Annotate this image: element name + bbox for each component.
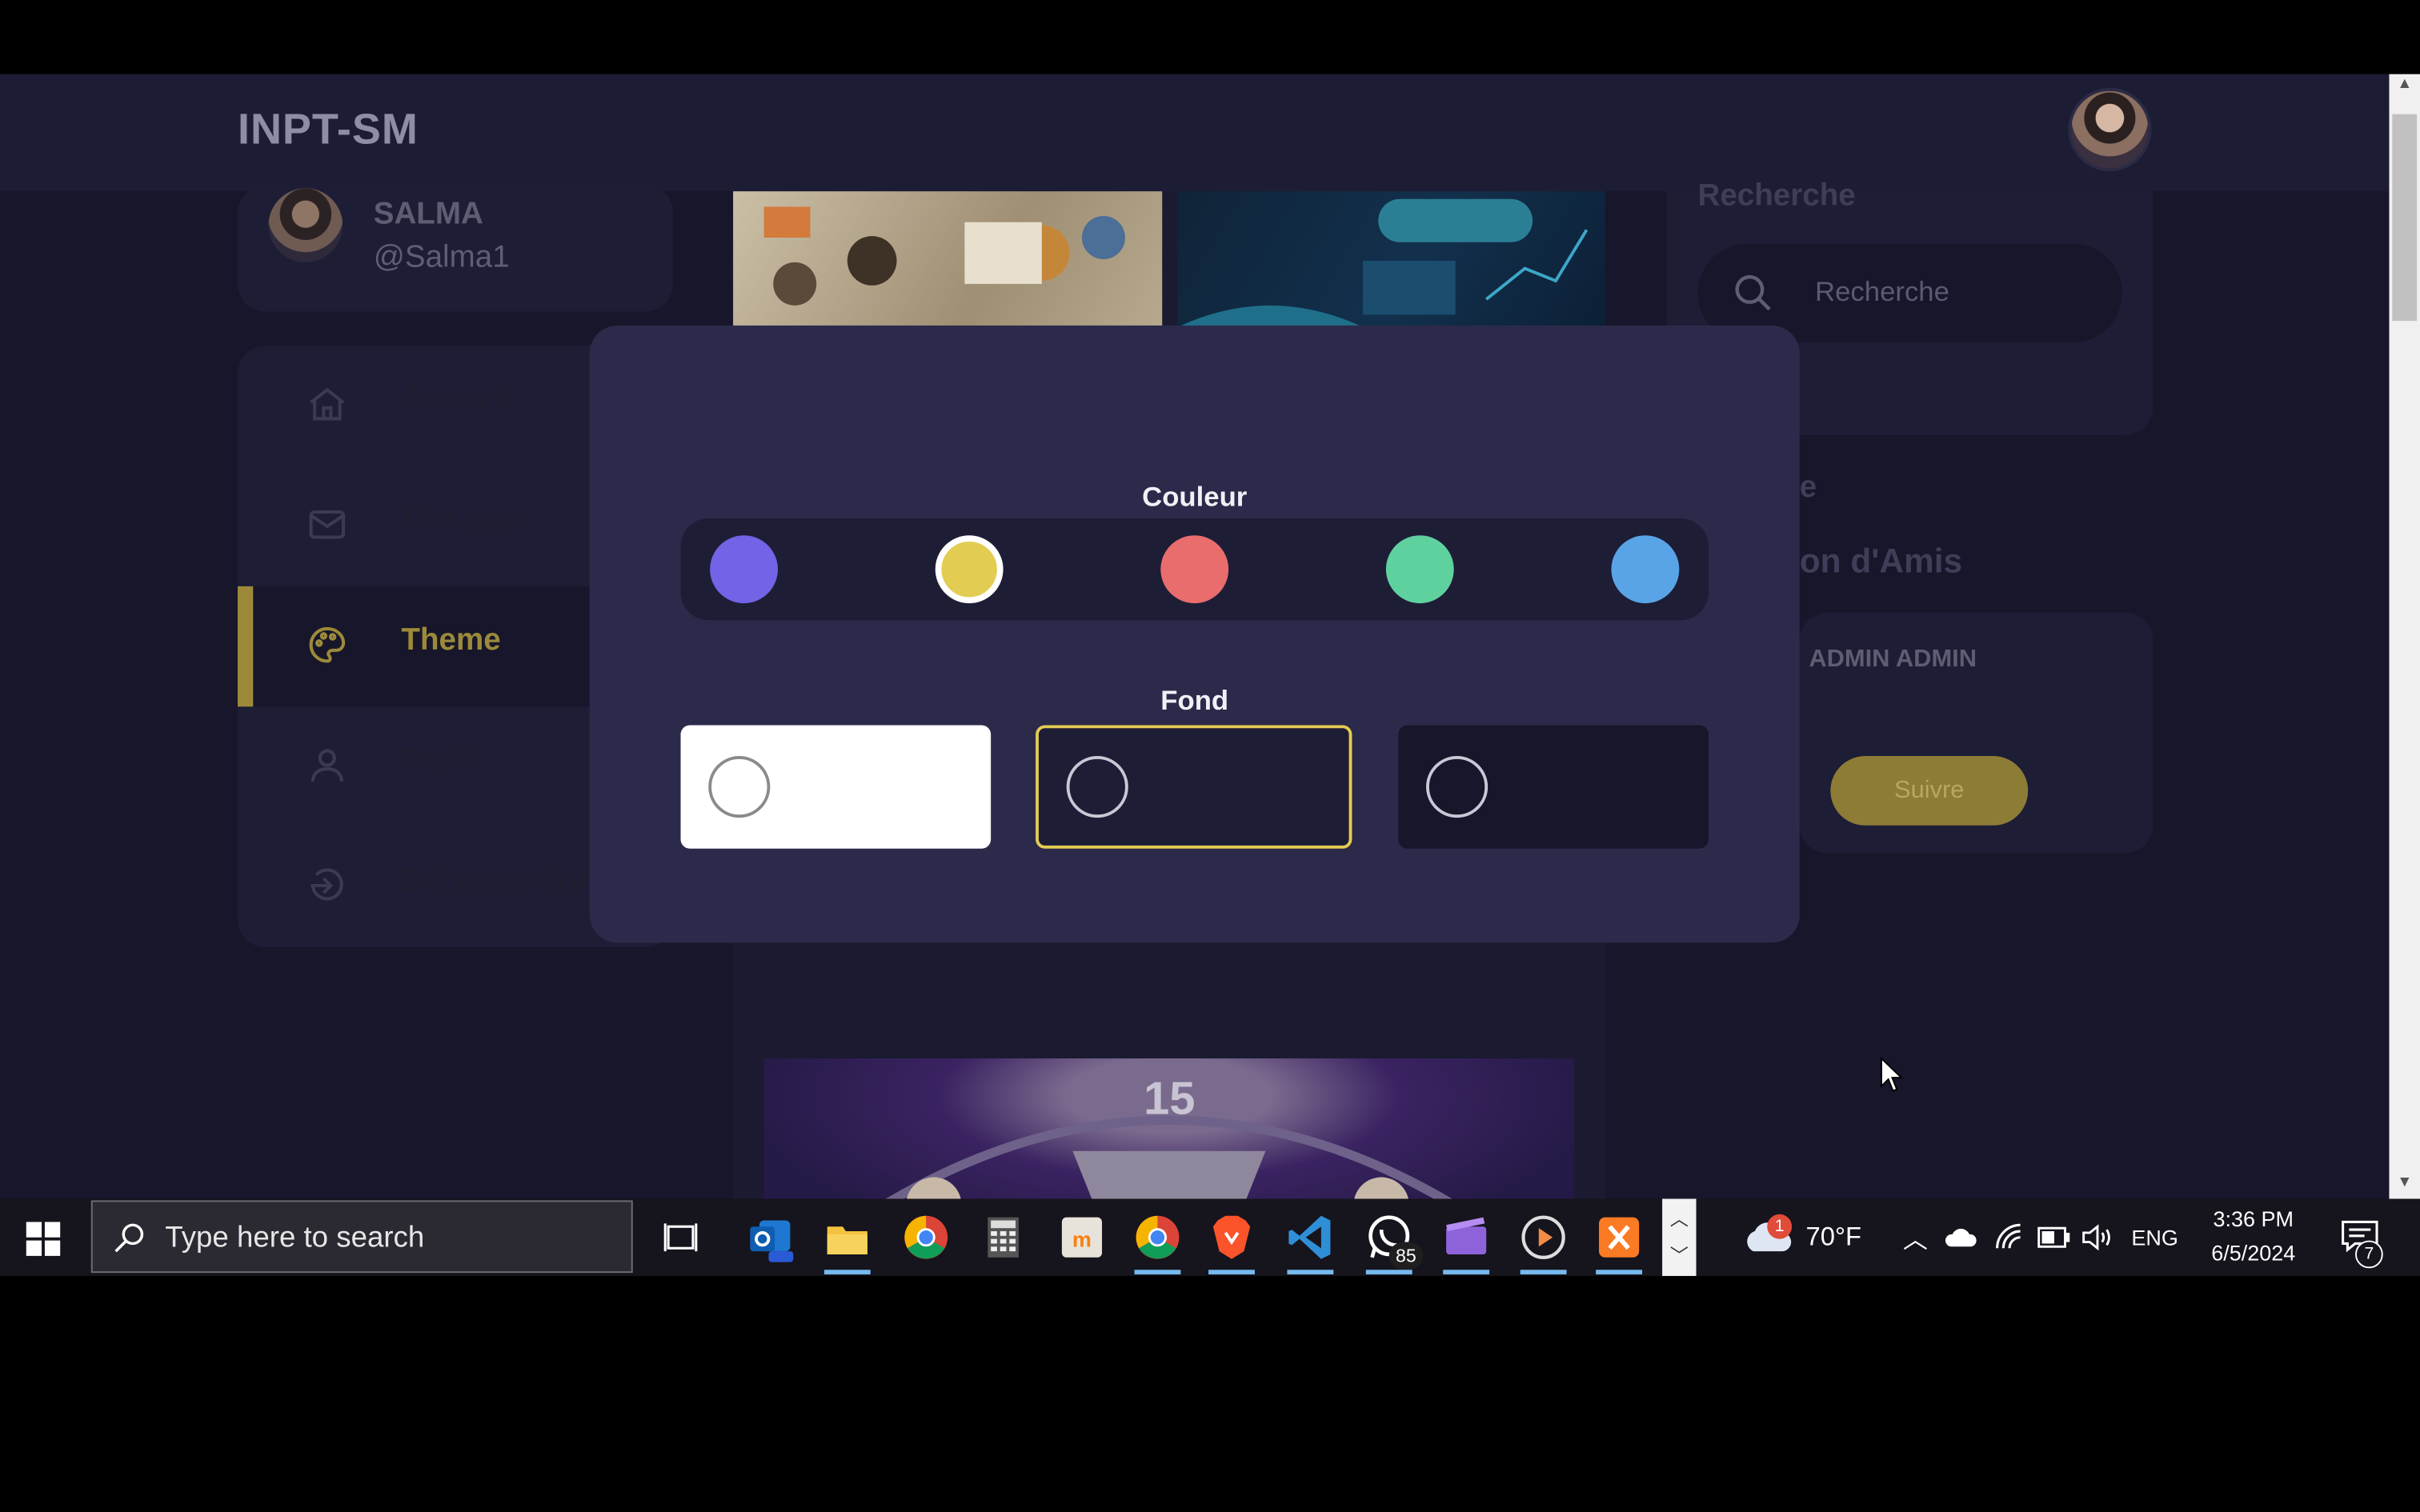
active-indicator xyxy=(238,586,254,707)
chrome-icon[interactable] xyxy=(899,1211,952,1264)
search-input[interactable] xyxy=(1815,265,2093,318)
taskbar-search-box[interactable]: Type here to search xyxy=(90,1200,633,1274)
color-option-blue[interactable] xyxy=(1611,535,1680,604)
search-card-title: Recherche xyxy=(1697,178,1856,214)
media-player-icon[interactable] xyxy=(1517,1211,1570,1264)
scroll-thumb[interactable] xyxy=(2392,114,2418,322)
file-explorer-icon[interactable] xyxy=(821,1211,874,1264)
search-icon xyxy=(1735,274,1771,311)
weather-alert-badge: 1 xyxy=(1767,1214,1793,1239)
background-option-dark[interactable] xyxy=(1398,725,1709,849)
theme-modal: Couleur Fond xyxy=(589,325,1800,943)
wifi-icon[interactable] xyxy=(1994,1222,2025,1253)
user-icon xyxy=(311,749,343,782)
scroll-up-arrow-icon[interactable]: ▲ xyxy=(2394,74,2415,96)
logout-icon xyxy=(311,868,343,901)
top-navbar: INPT-SM xyxy=(0,74,2390,192)
clock-time[interactable]: 3:36 PM xyxy=(2194,1206,2312,1231)
section-heading: e xyxy=(1799,470,1817,505)
chevron-down-icon[interactable]: ﹀ xyxy=(1670,1242,1689,1269)
mouse-cursor-icon xyxy=(1880,1057,1904,1092)
running-indicator xyxy=(1443,1270,1490,1275)
post-image-tech[interactable] xyxy=(1177,191,1605,327)
running-indicator xyxy=(1365,1270,1412,1275)
moodle-icon[interactable]: m xyxy=(1056,1211,1108,1264)
brave-icon[interactable] xyxy=(1205,1211,1258,1264)
color-options xyxy=(680,518,1709,621)
friend-suggestion-card: ADMIN ADMIN Suivre xyxy=(1799,612,2154,854)
task-view-icon[interactable] xyxy=(656,1211,709,1264)
running-indicator xyxy=(1520,1270,1567,1275)
illustration xyxy=(763,206,1125,306)
sidebar-item-label: Theme xyxy=(401,623,501,658)
trophy-number: 15 xyxy=(1144,1074,1196,1125)
color-option-purple[interactable] xyxy=(710,535,779,604)
page-scrollbar[interactable]: ▲ ▼ xyxy=(2389,74,2420,1199)
home-icon xyxy=(310,387,345,421)
running-indicator xyxy=(1134,1270,1181,1275)
sidebar-item-label: Profil xyxy=(401,743,481,778)
whatsapp-unread-badge: 85 xyxy=(1388,1242,1424,1270)
profile-name: SALMA xyxy=(373,197,483,232)
running-indicator xyxy=(1596,1270,1643,1275)
radio-ring xyxy=(1426,756,1488,818)
friend-name: ADMIN ADMIN xyxy=(1809,646,1977,673)
xampp-icon[interactable] xyxy=(1593,1211,1645,1264)
volume-icon[interactable] xyxy=(2081,1223,2114,1251)
background-option-dim[interactable] xyxy=(1036,725,1352,849)
running-indicator xyxy=(1287,1270,1334,1275)
nav-avatar[interactable] xyxy=(2068,87,2152,172)
running-indicator xyxy=(1208,1270,1255,1275)
browser-viewport: INPT-SM SALMA @Salma1 Accueil Message Th… xyxy=(0,74,2420,1199)
svg-text:m: m xyxy=(1072,1227,1092,1251)
scroll-down-arrow-icon[interactable]: ▼ xyxy=(2394,1173,2415,1194)
profile-card[interactable]: SALMA @Salma1 xyxy=(238,185,673,312)
radio-ring xyxy=(708,756,771,818)
color-option-green[interactable] xyxy=(1385,535,1454,604)
radio-ring xyxy=(1066,756,1128,818)
background-option-light[interactable] xyxy=(680,725,992,849)
notification-count-badge: 7 xyxy=(2355,1240,2383,1269)
onedrive-icon[interactable] xyxy=(1945,1225,1978,1250)
screen: INPT-SM SALMA @Salma1 Accueil Message Th… xyxy=(0,0,2420,1512)
taskbar-overflow[interactable]: ︿ ﹀ xyxy=(1662,1198,1697,1276)
chevron-up-icon[interactable]: ︿ xyxy=(1670,1205,1689,1231)
search-icon xyxy=(114,1223,144,1253)
color-option-red[interactable] xyxy=(1160,535,1229,604)
post-image-communication[interactable] xyxy=(733,191,1163,327)
show-hidden-icons-icon[interactable]: ︿ xyxy=(1903,1219,1928,1256)
profile-avatar xyxy=(268,188,343,262)
running-indicator xyxy=(823,1270,871,1275)
sidebar-item-label: Accueil xyxy=(401,382,511,417)
friend-suggestions-heading: on d'Amis xyxy=(1799,541,1963,581)
vscode-icon[interactable] xyxy=(1284,1211,1337,1264)
color-option-yellow[interactable] xyxy=(935,535,1004,604)
background-heading: Fond xyxy=(1160,685,1229,716)
illustration xyxy=(1177,198,1589,327)
chrome-profile-icon[interactable] xyxy=(1132,1211,1184,1264)
battery-icon[interactable] xyxy=(2037,1226,2071,1248)
clock-date[interactable]: 6/5/2024 xyxy=(2194,1241,2312,1266)
profile-handle: @Salma1 xyxy=(373,240,510,275)
sidebar-item-label: Déconnexion xyxy=(401,864,595,898)
color-heading: Couleur xyxy=(1142,481,1248,513)
follow-button[interactable]: Suivre xyxy=(1830,756,2029,826)
app-logo[interactable]: INPT-SM xyxy=(238,105,419,154)
input-language[interactable]: ENG xyxy=(2131,1225,2178,1250)
post-image-trophy[interactable]: 15 xyxy=(763,1058,1575,1199)
sidebar-item-label: Message xyxy=(401,502,532,538)
windows-start-icon[interactable] xyxy=(25,1221,62,1258)
palette-icon xyxy=(309,626,346,663)
clipchamp-icon[interactable] xyxy=(1440,1211,1492,1264)
taskbar-search-placeholder: Type here to search xyxy=(165,1222,425,1254)
windows-taskbar: Type here to search m 85 ︿ ﹀ 1 70°F ︿ EN… xyxy=(0,1198,2420,1276)
calculator-icon[interactable] xyxy=(977,1211,1030,1264)
outlook-new-icon[interactable] xyxy=(744,1211,797,1264)
weather-temperature[interactable]: 70°F xyxy=(1805,1222,1861,1253)
mail-icon xyxy=(309,510,346,539)
